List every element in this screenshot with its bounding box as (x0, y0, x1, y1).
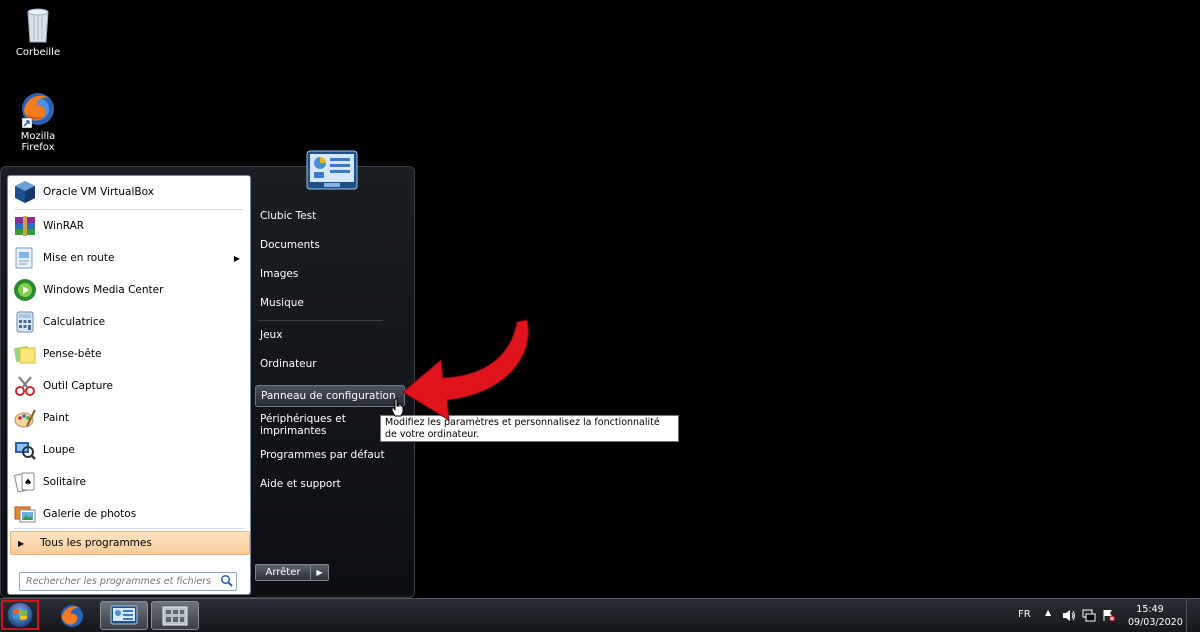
recycle-bin-label: Corbeille (15, 47, 61, 58)
virtualbox-icon (12, 179, 38, 205)
right-item-label: Jeux (260, 329, 283, 341)
language-indicator[interactable]: FR (1018, 609, 1031, 620)
program-sticky-notes[interactable]: Pense-bête (8, 339, 250, 369)
program-winrar[interactable]: WinRAR (8, 211, 250, 241)
right-item-label: Musique (260, 297, 304, 309)
programs-pane: Oracle VM VirtualBox WinRAR Mise en rout… (7, 175, 251, 595)
shutdown-options-button[interactable]: ▶ (311, 564, 329, 581)
action-center-flag-icon[interactable] (1102, 609, 1116, 622)
tray-expand-icon[interactable]: ▲ (1045, 608, 1051, 617)
svg-text:♠: ♠ (24, 478, 32, 488)
chevron-right-icon: ▶ (316, 568, 323, 577)
program-solitaire[interactable]: ♠ Solitaire (8, 467, 250, 497)
program-label: Windows Media Center (43, 284, 164, 296)
shutdown-button[interactable]: Arrêter (255, 564, 311, 581)
paint-icon (12, 405, 38, 431)
program-label: Oracle VM VirtualBox (43, 186, 154, 198)
program-label: Pense-bête (43, 348, 102, 360)
program-snipping-tool[interactable]: Outil Capture (8, 371, 250, 401)
sticky-notes-icon (12, 341, 38, 367)
show-desktop-button[interactable] (1186, 599, 1200, 632)
start-menu: Oracle VM VirtualBox WinRAR Mise en rout… (0, 166, 415, 598)
media-center-icon (12, 277, 38, 303)
snipping-tool-icon (12, 373, 38, 399)
right-item-label: Programmes par défaut (260, 449, 385, 461)
program-virtualbox[interactable]: Oracle VM VirtualBox (8, 177, 250, 207)
network-icon[interactable] (1082, 609, 1096, 622)
red-arrow-icon (402, 319, 529, 421)
program-paint[interactable]: Paint (8, 403, 250, 433)
window-grid-icon (162, 606, 188, 625)
taskbar-app-window[interactable] (151, 601, 199, 630)
search-icon[interactable] (220, 574, 233, 590)
program-label: Calculatrice (43, 316, 106, 328)
magnifier-icon (12, 437, 38, 463)
right-item-computer[interactable]: Ordinateur (255, 353, 405, 375)
right-item-label: Ordinateur (260, 358, 317, 370)
all-programs-label: Tous les programmes (40, 537, 152, 549)
taskbar-control-panel[interactable] (100, 601, 148, 630)
right-item-label: Panneau de configuration (261, 390, 396, 402)
hand-cursor-icon (391, 398, 404, 417)
clock-time: 15:49 (1136, 604, 1164, 615)
volume-icon[interactable] (1062, 609, 1076, 622)
firefox-icon (21, 93, 54, 128)
getting-started-icon (12, 245, 38, 271)
windows-orb-icon (6, 601, 34, 629)
program-label: Outil Capture (43, 380, 113, 392)
right-item-label: Images (260, 268, 299, 280)
program-media-center[interactable]: Windows Media Center (8, 275, 250, 305)
program-label: WinRAR (43, 220, 85, 232)
program-calculator[interactable]: Calculatrice (8, 307, 250, 337)
user-picture-icon (306, 150, 358, 190)
desktop-icon-recycle-bin[interactable]: Corbeille (3, 4, 73, 58)
winrar-icon (12, 213, 38, 239)
right-separator (258, 320, 383, 321)
taskbar-firefox[interactable] (48, 601, 96, 630)
right-item-help[interactable]: Aide et support (255, 473, 405, 495)
desktop-icon-firefox[interactable]: Mozilla Firefox (3, 90, 73, 153)
program-label: Galerie de photos (43, 508, 137, 520)
program-label: Loupe (43, 444, 75, 456)
photo-gallery-icon (12, 501, 38, 527)
start-button[interactable] (1, 600, 39, 630)
all-programs-separator (14, 528, 244, 529)
taskbar: FR ▲ 15:49 09/03/2020 (0, 598, 1200, 632)
shutdown-label: Arrêter (265, 567, 301, 578)
pinned-separator (14, 209, 244, 210)
clock[interactable]: 15:49 09/03/2020 (1128, 603, 1183, 629)
submenu-arrow-icon: ▶ (233, 253, 240, 263)
right-item-control-panel[interactable]: Panneau de configuration (255, 385, 405, 407)
right-item-user[interactable]: Clubic Test (255, 205, 405, 227)
recycle-bin-icon (27, 8, 49, 43)
right-item-documents[interactable]: Documents (255, 234, 405, 256)
program-photo-gallery[interactable]: Galerie de photos (8, 499, 250, 529)
all-programs-button[interactable]: ▶ Tous les programmes (10, 531, 250, 555)
clock-date: 09/03/2020 (1128, 617, 1183, 628)
solitaire-icon: ♠ (12, 469, 38, 495)
calculator-icon (12, 309, 38, 335)
program-label: Solitaire (43, 476, 86, 488)
right-item-games[interactable]: Jeux (255, 324, 405, 346)
firefox-icon (61, 604, 83, 627)
right-item-label: Clubic Test (260, 210, 317, 222)
right-item-music[interactable]: Musique (255, 292, 405, 314)
program-getting-started[interactable]: Mise en route ▶ (8, 243, 250, 273)
user-picture[interactable] (306, 150, 358, 193)
right-item-images[interactable]: Images (255, 263, 405, 285)
program-label: Mise en route (43, 252, 115, 264)
right-item-default-programs[interactable]: Programmes par défaut (255, 444, 405, 466)
right-item-label: Documents (260, 239, 320, 251)
search-box[interactable] (19, 572, 237, 591)
right-item-label: Aide et support (260, 478, 341, 490)
search-input[interactable] (24, 575, 218, 588)
program-magnifier[interactable]: Loupe (8, 435, 250, 465)
control-panel-icon (110, 605, 138, 624)
program-label: Paint (43, 412, 69, 424)
firefox-label: Mozilla Firefox (20, 131, 56, 153)
play-arrow-icon: ▶ (18, 538, 25, 548)
